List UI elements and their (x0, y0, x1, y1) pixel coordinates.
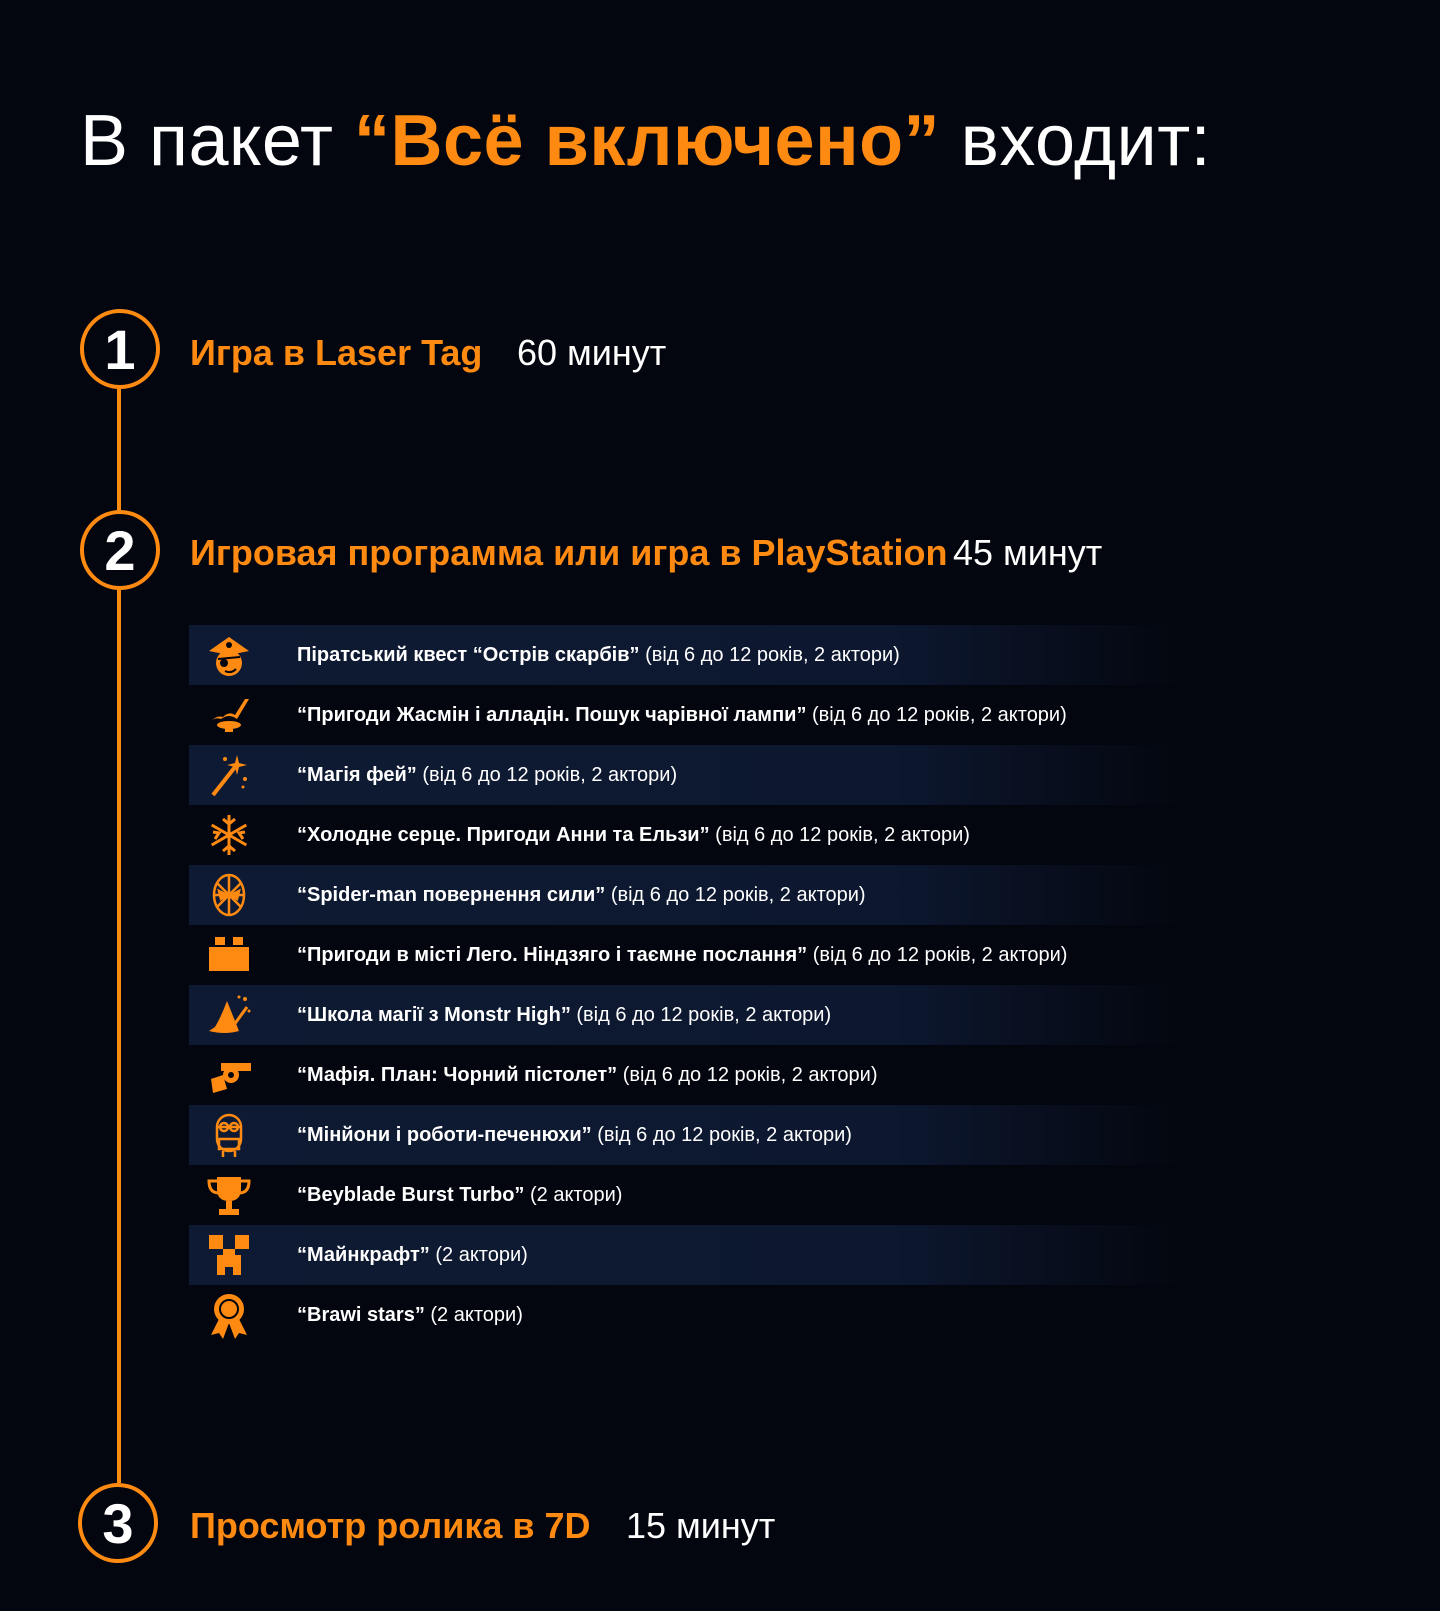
program-item: “Spider-man повернення сили” (від 6 до 1… (189, 865, 1189, 925)
program-label: “Мінйони і роботи-печенюхи” (від 6 до 12… (297, 1123, 852, 1146)
step-2-number-circle: 2 (80, 510, 160, 590)
program-label: “Школа магії з Monstr High” (від 6 до 12… (297, 1003, 832, 1026)
program-label: “Майнкрафт” (2 актори) (297, 1243, 528, 1266)
award-ribbon-icon (189, 1285, 269, 1345)
program-item: “Майнкрафт” (2 актори) (189, 1225, 1189, 1285)
program-label: “Beyblade Burst Turbo” (2 актори) (297, 1183, 623, 1206)
magic-wand-icon (189, 745, 269, 805)
snowflake-icon (189, 805, 269, 865)
program-label: “Spider-man повернення сили” (від 6 до 1… (297, 883, 866, 906)
program-label: Піратський квест “Острів скарбів” (від 6… (297, 643, 900, 666)
witch-hat-icon (189, 985, 269, 1045)
program-item: “Магія фей” (від 6 до 12 років, 2 актори… (189, 745, 1189, 805)
step-2-title: Игровая программа или игра в PlayStation (190, 532, 948, 573)
program-item: “Пригоди в місті Лего. Ніндзяго і таємне… (189, 925, 1189, 985)
program-item: “Beyblade Burst Turbo” (2 актори) (189, 1165, 1189, 1225)
step-2-duration: 45 минут (953, 532, 1103, 573)
program-label: “Пригоди в місті Лего. Ніндзяго і таємне… (297, 943, 1068, 966)
program-label: “Brawi stars” (2 актори) (297, 1303, 523, 1326)
minion-icon (189, 1105, 269, 1165)
spider-man-icon (189, 865, 269, 925)
program-label: “Пригоди Жасмін і алладін. Пошук чарівно… (297, 703, 1067, 726)
step-1-number-circle: 1 (80, 309, 160, 389)
program-label: “Магія фей” (від 6 до 12 років, 2 актори… (297, 763, 678, 786)
program-item: “Холодне серце. Пригоди Анни та Ельзи” (… (189, 805, 1189, 865)
step-3-duration: 15 минут (626, 1505, 776, 1546)
title-suffix: входит: (940, 101, 1212, 181)
creeper-icon (189, 1225, 269, 1285)
step-3-title: Просмотр ролика в 7D (190, 1505, 591, 1546)
program-label: “Холодне серце. Пригоди Анни та Ельзи” (… (297, 823, 970, 846)
program-list: Піратський квест “Острів скарбів” (від 6… (189, 625, 1189, 1345)
program-item: “Школа магії з Monstr High” (від 6 до 12… (189, 985, 1189, 1045)
program-item: “Brawi stars” (2 актори) (189, 1285, 1189, 1345)
program-item: Піратський квест “Острів скарбів” (від 6… (189, 625, 1189, 685)
magic-lamp-icon (189, 685, 269, 745)
program-item: “Пригоди Жасмін і алладін. Пошук чарівно… (189, 685, 1189, 745)
step-3-number-circle: 3 (78, 1483, 158, 1563)
program-item: “Мінйони і роботи-печенюхи” (від 6 до 12… (189, 1105, 1189, 1165)
page-title: В пакет “Всё включено” входит: (80, 100, 1211, 182)
title-accent: “Всё включено” (354, 101, 941, 181)
pirate-icon (189, 625, 269, 685)
step-1-title: Игра в Laser Tag (190, 332, 483, 373)
program-label: “Мафія. План: Чорний пістолет” (від 6 до… (297, 1063, 878, 1086)
trophy-icon (189, 1165, 269, 1225)
program-item: “Мафія. План: Чорний пістолет” (від 6 до… (189, 1045, 1189, 1105)
step-1-duration: 60 минут (517, 332, 667, 373)
title-prefix: В пакет (80, 101, 354, 181)
revolver-icon (189, 1045, 269, 1105)
lego-brick-icon (189, 925, 269, 985)
